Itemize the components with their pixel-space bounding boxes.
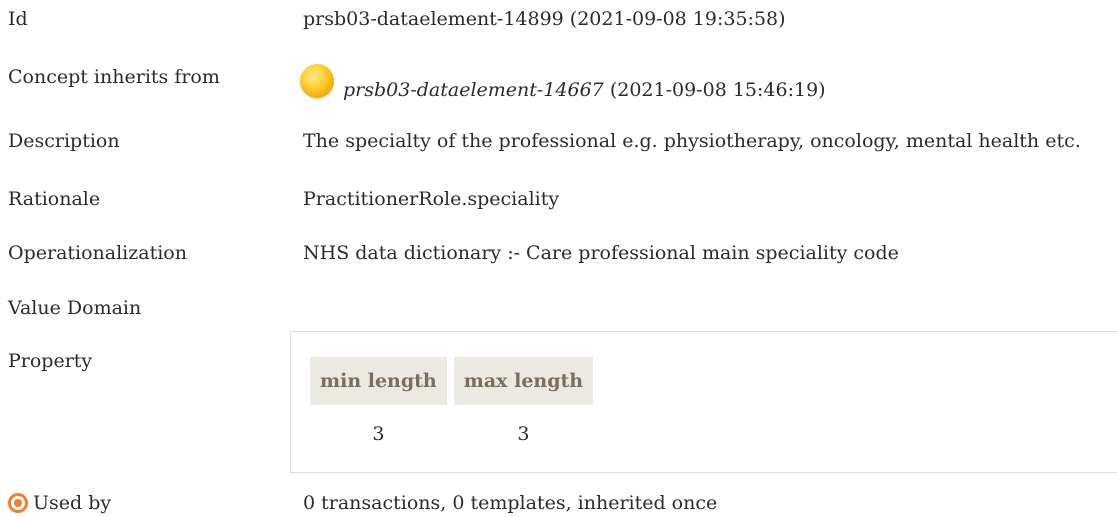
- inherits-label: Concept inherits from: [8, 66, 220, 88]
- property-label: Property: [8, 350, 93, 372]
- yellow-circle-icon: [300, 64, 334, 98]
- value-gap: [446, 405, 454, 463]
- max-length-header: max length: [453, 357, 594, 405]
- value-domain-label: Value Domain: [8, 297, 142, 319]
- id-label: Id: [8, 8, 28, 30]
- inherits-link[interactable]: prsb03-dataelement-14667: [343, 79, 604, 101]
- operationalization-label: Operationalization: [8, 242, 187, 264]
- min-length-header: min length: [310, 357, 447, 405]
- rationale-label: Rationale: [8, 188, 101, 210]
- property-panel: min length max length 3 3: [290, 331, 1117, 473]
- target-icon: [8, 493, 28, 513]
- operationalization-value: NHS data dictionary :- Care professional…: [303, 242, 899, 264]
- max-length-value: 3: [517, 423, 530, 445]
- header-gap: [446, 357, 454, 405]
- property-header-row: min length max length: [310, 357, 594, 405]
- inherits-value: prsb03-dataelement-14667 (2021-09-08 15:…: [343, 79, 826, 101]
- rationale-value: PractitionerRole.speciality: [303, 188, 560, 210]
- used-by-label: Used by: [33, 492, 112, 514]
- id-value: prsb03-dataelement-14899 (2021-09-08 19:…: [303, 8, 786, 30]
- min-length-value: 3: [372, 423, 385, 445]
- inherits-timestamp: (2021-09-08 15:46:19): [609, 79, 826, 101]
- description-value: The specialty of the professional e.g. p…: [303, 130, 1081, 152]
- description-label: Description: [8, 130, 120, 152]
- used-by-value: 0 transactions, 0 templates, inherited o…: [303, 492, 718, 514]
- property-value-row: 3 3: [310, 405, 593, 463]
- property-table: min length max length 3 3: [310, 357, 594, 463]
